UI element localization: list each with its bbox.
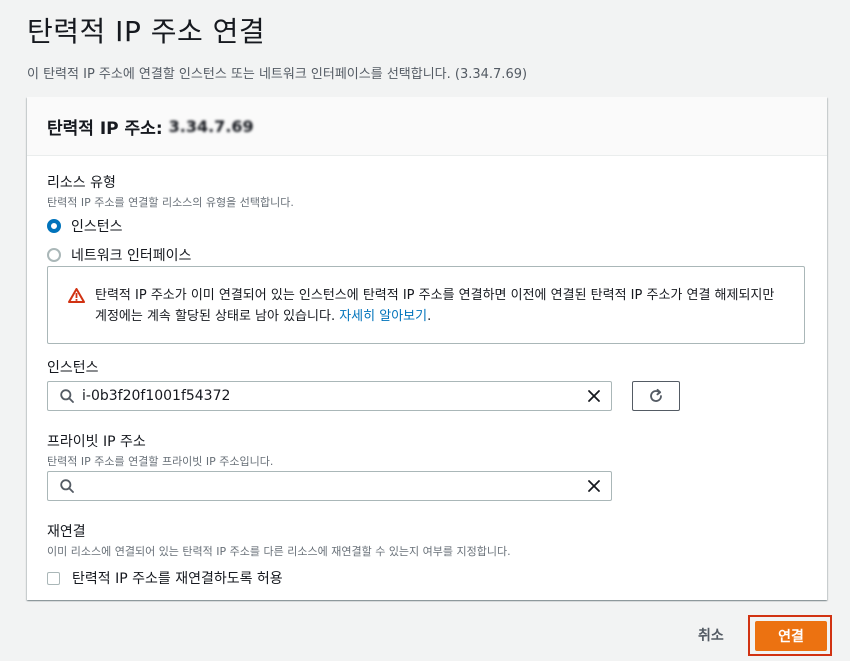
- radio-instance[interactable]: [47, 219, 61, 233]
- warning-icon: [68, 288, 85, 303]
- refresh-button[interactable]: [632, 381, 680, 411]
- resource-type-section: 리소스 유형 탄력적 IP 주소를 연결할 리소스의 유형을 선택합니다. 인스…: [47, 172, 294, 265]
- instance-search-input[interactable]: i-0b3f20f1001f54372: [47, 381, 612, 411]
- warning-alert: 탄력적 IP 주소가 이미 연결되어 있는 인스턴스에 탄력적 IP 주소를 연…: [47, 266, 805, 344]
- radio-option-instance[interactable]: 인스턴스: [47, 216, 294, 236]
- page-description: 이 탄력적 IP 주소에 연결할 인스턴스 또는 네트워크 인터페이스를 선택합…: [27, 67, 528, 82]
- private-ip-section: 프라이빗 IP 주소 탄력적 IP 주소를 연결할 프라이빗 IP 주소입니다.: [47, 431, 273, 469]
- radio-network-interface[interactable]: [47, 248, 61, 262]
- search-icon: [60, 389, 74, 403]
- panel-title: 탄력적 IP 주소:: [47, 118, 163, 139]
- private-ip-search-input[interactable]: [47, 471, 612, 501]
- reassociate-section: 재연결 이미 리소스에 연결되어 있는 탄력적 IP 주소를 다른 리소스에 재…: [47, 521, 511, 588]
- reassociate-description: 이미 리소스에 연결되어 있는 탄력적 IP 주소를 다른 리소스에 재연결할 …: [47, 545, 511, 558]
- learn-more-link[interactable]: 자세히 알아보기: [339, 309, 427, 324]
- reassociate-checkbox-label: 탄력적 IP 주소를 재연결하도록 허용: [72, 571, 283, 587]
- clear-icon[interactable]: [587, 479, 601, 493]
- radio-network-interface-label: 네트워크 인터페이스: [71, 248, 192, 264]
- alert-message: 탄력적 IP 주소가 이미 연결되어 있는 인스턴스에 탄력적 IP 주소를 연…: [95, 285, 786, 327]
- connect-button[interactable]: 연결: [755, 621, 827, 651]
- reassociate-checkbox[interactable]: [47, 571, 60, 585]
- reassociate-checkbox-row[interactable]: 탄력적 IP 주소를 재연결하도록 허용: [47, 568, 511, 588]
- resource-type-description: 탄력적 IP 주소를 연결할 리소스의 유형을 선택합니다.: [47, 196, 294, 209]
- instance-label: 인스턴스: [47, 360, 99, 376]
- associate-panel: 탄력적 IP 주소: 3.34.7.69 리소스 유형 탄력적 IP 주소를 연…: [27, 97, 827, 600]
- alert-suffix: .: [427, 309, 432, 324]
- reassociate-label: 재연결: [47, 524, 86, 540]
- clear-icon[interactable]: [587, 389, 601, 403]
- alert-text: 탄력적 IP 주소가 이미 연결되어 있는 인스턴스에 탄력적 IP 주소를 연…: [95, 288, 775, 324]
- instance-section: 인스턴스: [47, 357, 99, 377]
- refresh-icon: [650, 388, 662, 402]
- panel-header: 탄력적 IP 주소: 3.34.7.69: [27, 97, 827, 156]
- cancel-button[interactable]: 취소: [698, 625, 724, 645]
- private-ip-label: 프라이빗 IP 주소: [47, 434, 146, 450]
- radio-option-network-interface[interactable]: 네트워크 인터페이스: [47, 245, 294, 265]
- search-icon: [60, 479, 74, 493]
- panel-ip-address: 3.34.7.69: [168, 116, 254, 136]
- page-title: 탄력적 IP 주소 연결: [27, 15, 266, 48]
- private-ip-description: 탄력적 IP 주소를 연결할 프라이빗 IP 주소입니다.: [47, 455, 274, 468]
- radio-instance-label: 인스턴스: [71, 219, 123, 235]
- resource-type-label: 리소스 유형: [47, 175, 116, 191]
- instance-value: i-0b3f20f1001f54372: [82, 388, 231, 404]
